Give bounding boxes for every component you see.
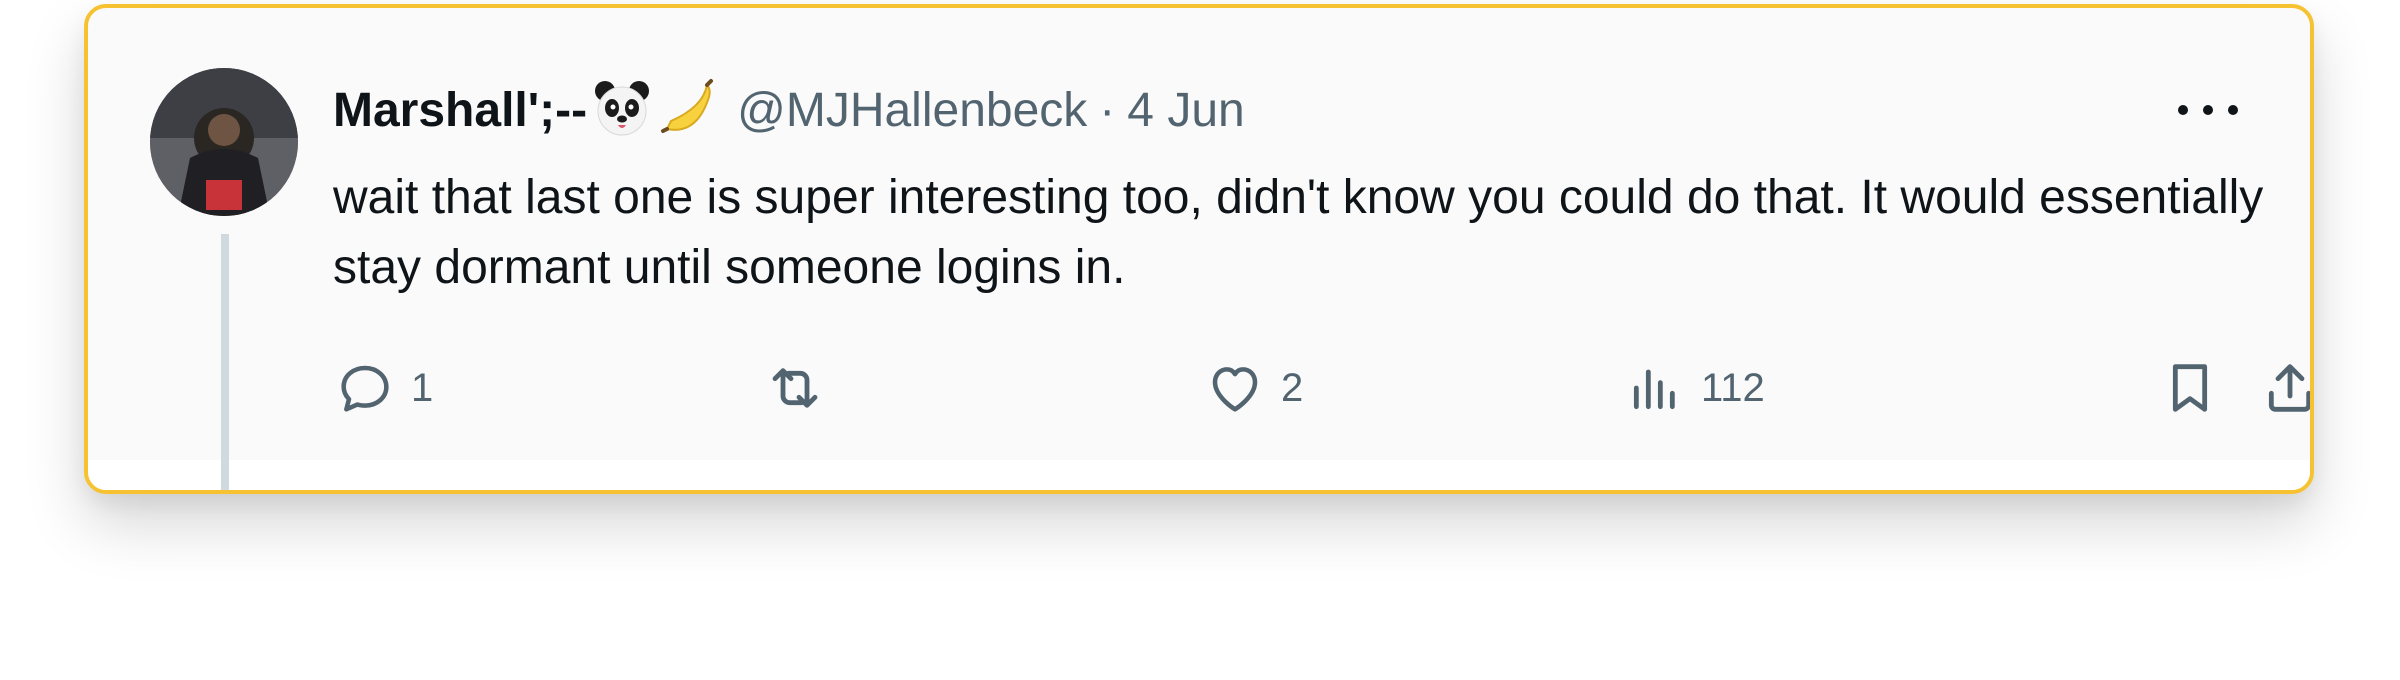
dot-icon [2203, 105, 2213, 115]
heart-icon [1212, 367, 1258, 412]
reply-count: 1 [411, 365, 434, 410]
view-count: 112 [1701, 365, 1765, 410]
share-icon [2268, 364, 2310, 412]
tweet-card[interactable]: Marshall';-- @MJHallenbeck · 4 Jun wait … [84, 4, 2314, 494]
dot-icon [2178, 105, 2188, 115]
tweet-text: wait that last one is super interesting … [333, 171, 2264, 294]
tweet-date[interactable]: 4 Jun [1127, 83, 1244, 138]
views-button[interactable]: 112 [1623, 353, 1765, 423]
tweet-header: Marshall';-- @MJHallenbeck · 4 Jun [333, 78, 1245, 142]
user-handle[interactable]: @MJHallenbeck [737, 83, 1087, 138]
display-name[interactable]: Marshall';-- [333, 83, 587, 138]
avatar[interactable] [150, 68, 298, 216]
bookmark-icon [2172, 364, 2208, 412]
panda-icon [591, 77, 653, 144]
action-bar: 1 2 112 [333, 353, 2310, 423]
share-button[interactable] [2258, 353, 2310, 423]
like-count: 2 [1281, 365, 1304, 410]
avatar-image [150, 68, 298, 216]
more-options-button[interactable] [2178, 90, 2238, 130]
thread-line [221, 234, 229, 490]
like-button[interactable]: 2 [1203, 353, 1303, 423]
banana-icon [657, 77, 719, 144]
analytics-icon [1633, 369, 1675, 410]
retweet-button[interactable] [763, 353, 841, 423]
dot-icon [2228, 105, 2238, 115]
bookmark-button[interactable] [2158, 353, 2222, 423]
reply-button[interactable]: 1 [333, 353, 433, 423]
card-footer-strip [88, 460, 2310, 490]
retweet-icon [772, 368, 818, 408]
reply-icon [341, 365, 389, 412]
separator-dot: · [1099, 83, 1116, 137]
